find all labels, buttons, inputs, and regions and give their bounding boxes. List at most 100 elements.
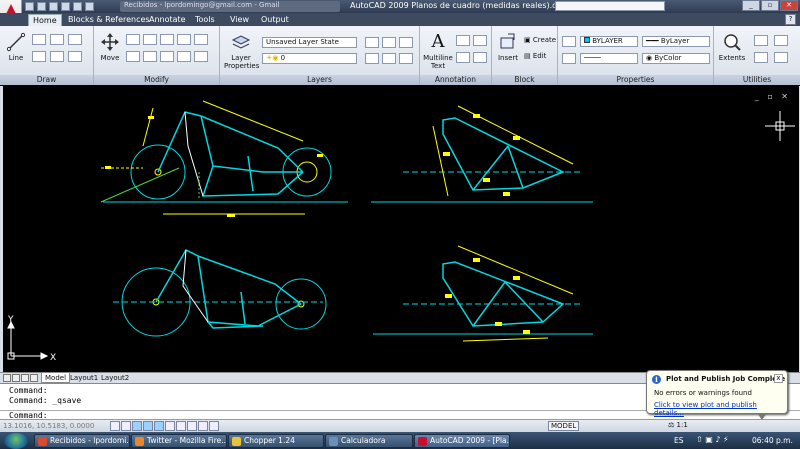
polar-toggle[interactable]: [143, 421, 153, 431]
last-layout-icon[interactable]: [30, 374, 38, 382]
drawing-canvas[interactable]: _ ▫ ✕ Y X: [0, 86, 800, 372]
language-indicator[interactable]: ES: [674, 436, 684, 445]
multiline-text-tool[interactable]: A Multiline Text: [422, 32, 454, 71]
move-tool[interactable]: Move: [96, 32, 124, 62]
first-layout-icon[interactable]: [3, 374, 11, 382]
trim-icon[interactable]: [143, 34, 157, 45]
rectangle-icon[interactable]: [32, 51, 46, 62]
layer-properties-tool[interactable]: Layer Properties: [224, 32, 259, 70]
linetype-dropdown[interactable]: ━━━ ByLayer: [642, 36, 710, 47]
mirror-icon[interactable]: [194, 34, 208, 45]
hatch-icon[interactable]: [50, 51, 64, 62]
explode-icon[interactable]: [143, 51, 157, 62]
redo-icon[interactable]: [85, 2, 94, 11]
taskbar-item-firefox[interactable]: Twitter - Mozilla Fire...: [131, 434, 227, 448]
undo-icon[interactable]: [73, 2, 82, 11]
annotation-panel-title[interactable]: Annotation: [420, 75, 491, 85]
plotstyle-dropdown[interactable]: ◉ ByColor: [642, 53, 710, 64]
properties-panel-title[interactable]: Properties: [558, 75, 713, 85]
taskbar-item-autocad[interactable]: AutoCAD 2009 - [Pla...: [414, 434, 510, 448]
tab-annotate[interactable]: Annotate: [145, 14, 190, 26]
match-properties-icon[interactable]: [562, 36, 576, 47]
copy-icon[interactable]: [177, 34, 191, 45]
model-space-button[interactable]: MODEL: [548, 421, 580, 431]
quick-calc-icon[interactable]: [774, 35, 788, 46]
layer-state-icon[interactable]: [365, 37, 379, 48]
tab-home[interactable]: Home: [28, 14, 62, 26]
array-icon[interactable]: [194, 51, 208, 62]
close-button[interactable]: ✕: [780, 0, 798, 11]
minimize-button[interactable]: _: [742, 0, 760, 11]
utilities-panel-title[interactable]: Utilities: [714, 75, 800, 85]
plot-details-link[interactable]: Click to view plot and publish details..…: [654, 401, 787, 417]
block-panel-title[interactable]: Block: [492, 75, 557, 85]
layer-state-dropdown[interactable]: Unsaved Layer State: [262, 37, 357, 48]
tab-layout1[interactable]: Layout1: [67, 373, 101, 383]
save-icon[interactable]: [49, 2, 58, 11]
new-file-icon[interactable]: [25, 2, 34, 11]
table-icon[interactable]: [456, 52, 470, 63]
search-box[interactable]: [555, 1, 665, 11]
dyn-toggle[interactable]: [187, 421, 197, 431]
modify-panel-title[interactable]: Modify: [94, 75, 219, 85]
tray-icons[interactable]: ⇧ ▣ ♪ ⚡: [696, 435, 729, 444]
layer-previous-icon[interactable]: [382, 53, 396, 64]
lwt-toggle[interactable]: [198, 421, 208, 431]
next-layout-icon[interactable]: [21, 374, 29, 382]
zoom-extents-tool[interactable]: Extents: [716, 32, 748, 62]
circle-icon[interactable]: [50, 34, 64, 45]
fillet-icon[interactable]: [126, 51, 140, 62]
select-all-icon[interactable]: [774, 52, 788, 63]
tab-tools[interactable]: Tools: [191, 14, 219, 26]
polyline-icon[interactable]: [32, 34, 46, 45]
scale-icon[interactable]: [177, 51, 191, 62]
dimension-icon[interactable]: [456, 35, 470, 46]
plot-complete-notification[interactable]: i Plot and Publish Job Complete x No err…: [646, 370, 788, 420]
taskbar-item-gmail[interactable]: Recibidos - lpordomi...: [34, 434, 130, 448]
tab-view[interactable]: View: [226, 14, 253, 26]
list-properties-icon[interactable]: [562, 53, 576, 64]
tab-output[interactable]: Output: [257, 14, 293, 26]
grid-toggle[interactable]: [121, 421, 131, 431]
color-dropdown[interactable]: BYLAYER: [580, 36, 638, 47]
stretch-icon[interactable]: [160, 51, 174, 62]
annotation-scale[interactable]: ⚖ 1:1: [668, 421, 688, 429]
ortho-toggle[interactable]: [132, 421, 142, 431]
tab-blocks-references[interactable]: Blocks & References: [64, 14, 154, 26]
draw-panel-title[interactable]: Draw: [0, 75, 93, 85]
notification-close-button[interactable]: x: [774, 374, 783, 383]
lineweight-dropdown[interactable]: ────: [580, 53, 638, 64]
osnap-toggle[interactable]: [154, 421, 164, 431]
mleader-icon[interactable]: [473, 52, 487, 63]
help-button[interactable]: ?: [785, 14, 796, 25]
ellipse-icon[interactable]: [68, 51, 82, 62]
create-block-button[interactable]: ▣ Create: [524, 36, 556, 44]
distance-icon[interactable]: [754, 35, 768, 46]
line-tool[interactable]: Line: [2, 32, 30, 62]
current-layer-dropdown[interactable]: ☀◉ 0: [262, 53, 357, 64]
erase-icon[interactable]: [160, 34, 174, 45]
plot-icon[interactable]: [61, 2, 70, 11]
tab-layout2[interactable]: Layout2: [98, 373, 132, 383]
tab-model[interactable]: Model: [41, 373, 71, 383]
taskbar-item-calculator[interactable]: Calculadora: [325, 434, 413, 448]
layer-match-icon[interactable]: [365, 53, 379, 64]
insert-tool[interactable]: Insert: [494, 32, 522, 62]
layer-freeze-icon[interactable]: [399, 37, 413, 48]
layer-lock-icon[interactable]: [399, 53, 413, 64]
qp-toggle[interactable]: [209, 421, 219, 431]
rotate-icon[interactable]: [126, 34, 140, 45]
ducs-toggle[interactable]: [176, 421, 186, 431]
arc-icon[interactable]: [68, 34, 82, 45]
id-point-icon[interactable]: [754, 52, 768, 63]
snap-toggle[interactable]: [110, 421, 120, 431]
start-button[interactable]: [4, 433, 28, 449]
clock[interactable]: 06:40 p.m.: [752, 436, 793, 445]
layer-isolate-icon[interactable]: [382, 37, 396, 48]
layers-panel-title[interactable]: Layers: [220, 75, 419, 85]
otrack-toggle[interactable]: [165, 421, 175, 431]
prev-layout-icon[interactable]: [12, 374, 20, 382]
edit-block-button[interactable]: ▤ Edit: [524, 52, 546, 60]
leader-icon[interactable]: [473, 35, 487, 46]
maximize-button[interactable]: ▫: [761, 0, 779, 11]
